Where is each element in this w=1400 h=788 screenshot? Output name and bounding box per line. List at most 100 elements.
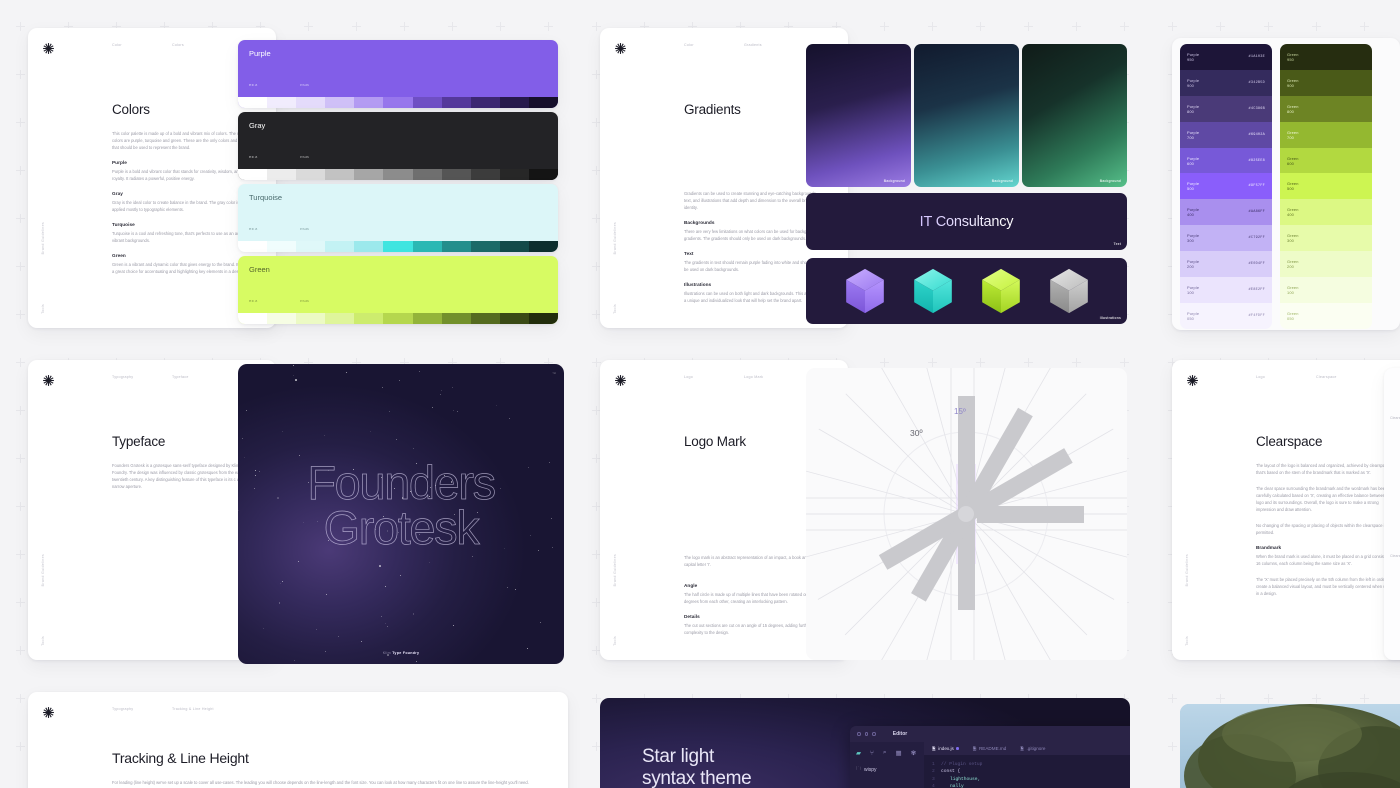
gradient-card-purple[interactable]: Background — [806, 44, 911, 187]
scale-step-green-050[interactable]: Green 050 — [1280, 302, 1372, 329]
typeface-specimen: Founders Grotesk — [238, 458, 564, 551]
logomark-construction-diagram[interactable]: 15º 30º — [806, 368, 1127, 660]
shade-chip — [296, 97, 326, 108]
shade-chip — [325, 313, 355, 324]
color-swatch-purple[interactable]: PurpleHEX#825EE8RGB130, 98 , 232 — [238, 40, 558, 108]
window-maximize-icon[interactable] — [872, 732, 876, 736]
shade-chip — [528, 313, 558, 324]
editor-tab-bar[interactable]: 🗎 index.js 🗎 README.md 🗎 .gitignore — [924, 742, 1130, 755]
section-text: Text The gradients in text should remain… — [684, 251, 824, 273]
scale-hex: #4C386B — [1248, 106, 1265, 111]
code-area[interactable]: 1 // Plugin setup 2 const { 3 lighthouse, 4… — [924, 755, 1130, 788]
scale-step-purple-900[interactable]: Purple 900 #342B5D — [1180, 69, 1272, 96]
scale-column-purple[interactable]: Purple 950 #1A103E Purple 900 #342B5D Purple 80… — [1180, 44, 1272, 329]
color-swatch-turquoise[interactable]: TurquoiseHEX#DFF8FARGB223, 251, 250 — [238, 184, 558, 252]
rgb-key: RGB — [300, 228, 310, 232]
hex-key: HEX — [249, 156, 259, 160]
gradient-card-text[interactable]: IT Consultancy Text — [806, 193, 1127, 250]
extensions-icon[interactable]: ▦ — [896, 749, 902, 757]
panel-clearspace-document[interactable]: Logo Clearspace Brand Guidelines Tools C… — [1172, 360, 1400, 660]
scale-step-green-900[interactable]: Green 900 — [1280, 69, 1372, 96]
hex-key: HEX — [249, 300, 259, 304]
source-control-icon[interactable]: ⑂ — [870, 750, 874, 757]
shade-strip — [238, 169, 558, 180]
file-tree-root[interactable]: 🗀 wispy — [856, 766, 918, 774]
tab-index-js[interactable]: 🗎 index.js — [932, 745, 959, 753]
scale-step-green-300[interactable]: Green 300 — [1280, 225, 1372, 252]
scale-hex: #342B5D — [1248, 80, 1265, 85]
scale-step-green-200[interactable]: Green 200 — [1280, 251, 1372, 278]
code-line: 1 // Plugin setup — [932, 761, 1130, 768]
section-angle: Angle The half circle is made up of mult… — [684, 583, 824, 605]
shade-chip — [412, 241, 442, 252]
window-minimize-icon[interactable] — [864, 732, 869, 736]
scale-step-purple-600[interactable]: Purple 600 #825EE8 — [1180, 147, 1272, 174]
breadcrumb-secondary: Clearspace — [1316, 375, 1337, 379]
breadcrumb-primary: Logo — [684, 375, 693, 379]
breadcrumb-secondary: Colors — [172, 43, 184, 47]
panel-photo-tree[interactable] — [1180, 704, 1400, 788]
scale-step-purple-500[interactable]: Purple 500 #9F57FF — [1180, 173, 1272, 200]
scale-step-purple-950[interactable]: Purple 950 #1A103E — [1180, 44, 1272, 70]
modified-dot-icon — [956, 747, 959, 750]
page-title: Tracking & Line Height — [112, 750, 249, 766]
shade-chip — [441, 169, 471, 180]
gradient-card-illustrations[interactable]: Illustrations — [806, 258, 1127, 324]
files-icon[interactable]: ▰ — [856, 749, 861, 757]
scale-step-purple-700[interactable]: Purple 700 #69402A — [1180, 121, 1272, 148]
intro-paragraph: For leading (line height) we've set up a… — [112, 780, 529, 785]
swatch-name: Green — [249, 265, 270, 274]
window-close-icon[interactable] — [857, 732, 861, 736]
panel-tracking-document[interactable]: Typography Tracking & Line Height Tracki… — [28, 692, 568, 788]
scale-step-purple-100[interactable]: Purple 100 #E8E2FF — [1180, 277, 1272, 303]
editor-sidebar[interactable]: ▰ ⑂ ⌕ ▦ ✾ 🗀 wispy — [850, 742, 924, 788]
code-text: const { — [941, 769, 961, 775]
scale-step-purple-400[interactable]: Purple 400 #AA86FF — [1180, 199, 1272, 226]
scale-step-green-800[interactable]: Green 800 — [1280, 95, 1372, 122]
editor-activity-bar[interactable]: ▰ ⑂ ⌕ ▦ ✾ — [856, 749, 918, 757]
section-body: Turquoise is a cool and refreshing tone,… — [112, 231, 252, 244]
code-line: 4 nally — [932, 783, 1130, 788]
rgb-key: RGB — [300, 156, 310, 160]
typeface-hero-card[interactable]: ™ Founders Grotesk Klim Type Foundry — [238, 364, 564, 664]
panel-clearspace-diagram[interactable]: Clearspace Clearspace — [1384, 368, 1400, 660]
section-heading: Purple — [112, 160, 127, 166]
tab-label: .gitignore — [1026, 746, 1046, 751]
scale-step-purple-800[interactable]: Purple 800 #4C386B — [1180, 95, 1272, 122]
scale-step-green-700[interactable]: Green 700 — [1280, 121, 1372, 148]
scale-column-green[interactable]: Green 950 Green 900 Green 800 Green 700 Green 600… — [1280, 44, 1372, 329]
scale-step-purple-300[interactable]: Purple 300 #C792FF — [1180, 225, 1272, 252]
hex-key: HEX — [249, 228, 259, 232]
scale-step-green-600[interactable]: Green 600 — [1280, 147, 1372, 174]
color-swatch-gray[interactable]: GrayHEX#272828RGB39, 38, 43 — [238, 112, 558, 180]
settings-icon[interactable]: ✾ — [911, 749, 916, 757]
panel-starlight-theme[interactable]: Star light syntax theme Editor ▰ ⑂ ⌕ ▦ ✾ — [600, 698, 1130, 788]
file-icon: 🗎 — [1020, 745, 1024, 751]
editor-main[interactable]: 🗎 index.js 🗎 README.md 🗎 .gitignore 1 // … — [924, 742, 1130, 788]
scale-step-green-100[interactable]: Green 100 — [1280, 277, 1372, 303]
gradient-card-turquoise[interactable]: Background — [914, 44, 1019, 187]
shade-chip — [441, 313, 471, 324]
shade-chip — [499, 169, 529, 180]
scale-step-green-400[interactable]: Green 400 — [1280, 199, 1372, 226]
shade-chip — [470, 97, 500, 108]
scale-step-green-950[interactable]: Green 950 — [1280, 44, 1372, 70]
tab-gitignore[interactable]: 🗎 .gitignore — [1020, 745, 1045, 753]
side-label-tools: Tools — [1185, 636, 1189, 646]
gradient-card-green[interactable]: Background — [1022, 44, 1127, 187]
scale-step-purple-050[interactable]: Purple 050 #F4FDFF — [1180, 302, 1272, 329]
scale-hex: #C792FF — [1248, 236, 1265, 241]
panel-color-scales[interactable]: Purple 950 #1A103E Purple 900 #342B5D Purple 80… — [1172, 38, 1400, 330]
code-editor-window[interactable]: Editor ▰ ⑂ ⌕ ▦ ✾ 🗀 wispy 🗎 index.js 🗎 RE… — [850, 726, 1130, 788]
color-swatch-green[interactable]: GreenHEX#D7FF67RGB215, 255, 103 — [238, 256, 558, 324]
rgb-key: RGB — [300, 84, 310, 88]
tab-readme[interactable]: 🗎 README.md — [973, 745, 1007, 753]
scale-step-purple-200[interactable]: Purple 200 #E0D4FF — [1180, 251, 1272, 278]
shade-chip — [441, 241, 471, 252]
section-details: Details The cut out sections are cut on … — [684, 614, 824, 636]
side-label-guidelines: Brand Guidelines — [613, 553, 617, 586]
section-body: Purple is a bold and vibrant color that … — [112, 169, 241, 182]
search-icon[interactable]: ⌕ — [883, 749, 887, 757]
shade-chip — [499, 313, 529, 324]
scale-step-green-500[interactable]: Green 500 — [1280, 173, 1372, 200]
